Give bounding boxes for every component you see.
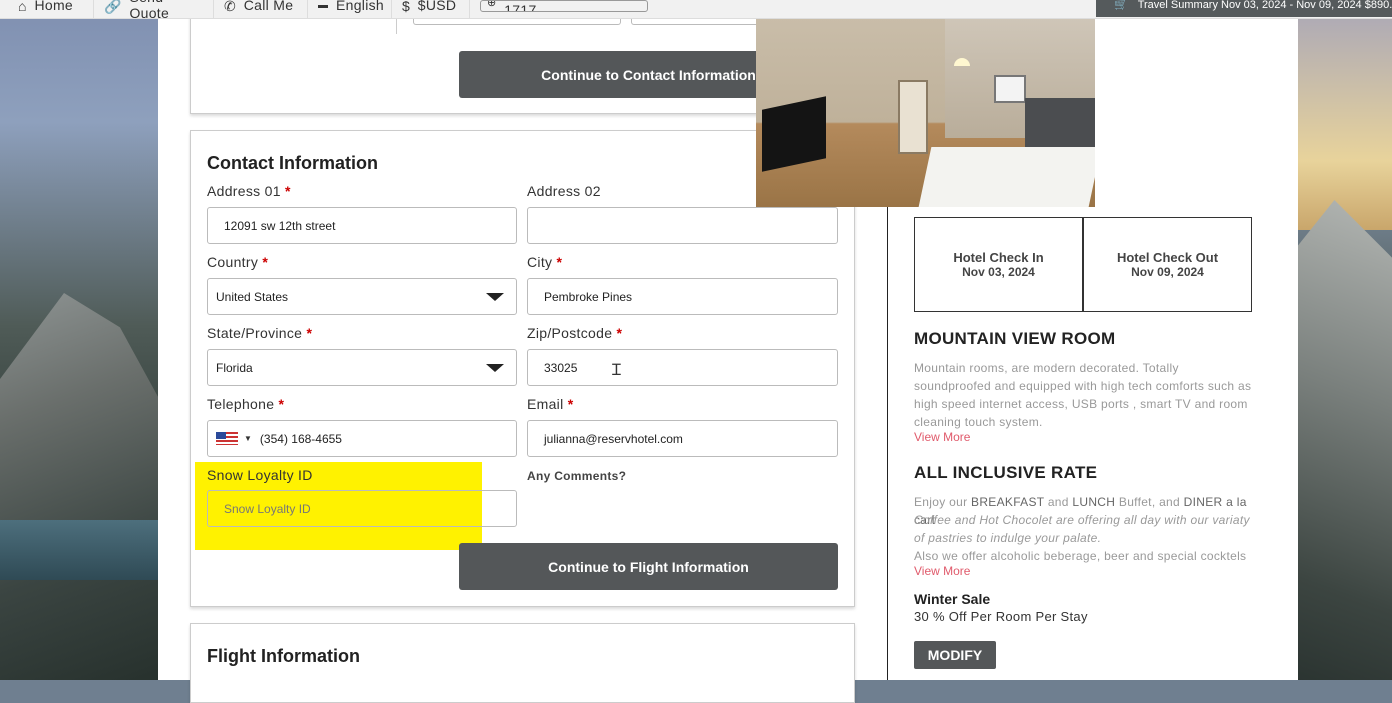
lake-left bbox=[0, 520, 160, 580]
city-label: City * bbox=[527, 254, 563, 270]
promo-description: 30 % Off Per Room Per Stay bbox=[914, 609, 1088, 624]
country-label: Country * bbox=[207, 254, 269, 270]
state-select[interactable]: Florida bbox=[207, 349, 517, 386]
country-value: United States bbox=[216, 289, 289, 304]
rate-title: ALL INCLUSIVE RATE bbox=[914, 463, 1098, 482]
address2-label: Address 02 bbox=[527, 183, 601, 199]
flight-info-title: Flight Information bbox=[207, 646, 360, 666]
loyalty-placeholder: Snow Loyalty ID bbox=[224, 501, 311, 516]
telephone-input[interactable]: ▼ (354) 168-4655 bbox=[207, 420, 517, 457]
chevron-down-icon: ▼ bbox=[244, 434, 252, 443]
cart-icon: 🛒 bbox=[1114, 0, 1128, 11]
us-flag-icon: ▬ bbox=[318, 0, 328, 11]
address1-label: Address 01 * bbox=[207, 183, 291, 199]
home-icon: ⌂ bbox=[18, 0, 27, 14]
nav-home[interactable]: ⌂ Home bbox=[10, 0, 94, 18]
travel-summary-bar[interactable]: 🛒 Travel Summary Nov 03, 2024 - Nov 09, … bbox=[1096, 0, 1392, 17]
bed-shape bbox=[918, 147, 1095, 207]
email-label: Email * bbox=[527, 396, 574, 412]
us-flag-icon bbox=[216, 432, 238, 445]
check-in-date: Nov 03, 2024 bbox=[962, 265, 1035, 279]
zip-value: 33025 bbox=[544, 360, 578, 375]
loyalty-label: Snow Loyalty ID bbox=[207, 467, 313, 483]
headboard-shape bbox=[1025, 98, 1095, 153]
chevron-down-icon bbox=[486, 364, 504, 372]
phone-icon: ✆ bbox=[224, 0, 236, 14]
state-label: State/Province * bbox=[207, 325, 313, 341]
address2-input[interactable] bbox=[527, 207, 838, 244]
room-photo bbox=[756, 18, 1095, 207]
contact-info-title: Contact Information bbox=[207, 153, 378, 173]
zip-input[interactable]: 33025 Ɪ bbox=[527, 349, 838, 386]
rate-view-more-link[interactable]: View More bbox=[914, 564, 970, 578]
city-input[interactable]: Pembroke Pines bbox=[527, 278, 838, 315]
link-icon: 🔗 bbox=[104, 0, 122, 14]
check-out-label: Hotel Check Out bbox=[1116, 250, 1219, 265]
room-description: Mountain rooms, are modern decorated. To… bbox=[914, 361, 1252, 429]
room-title: MOUNTAIN VIEW ROOM bbox=[914, 329, 1116, 348]
top-navigation: ⌂ Home 🔗 Send Quote ✆ Call Me ▬ English … bbox=[0, 0, 1392, 19]
zip-label: Zip/Postcode * bbox=[527, 325, 623, 341]
telephone-value: (354) 168-4655 bbox=[259, 431, 342, 446]
booking-page: Continue to Contact Information Contact … bbox=[158, 0, 1298, 703]
nav-send-quote[interactable]: 🔗 Send Quote bbox=[96, 0, 214, 18]
comments-label: Any Comments? bbox=[527, 469, 627, 483]
nav-call-me[interactable]: ✆ Call Me bbox=[216, 0, 308, 18]
rate-line-3: Also we offer alcoholic beberage, beer a… bbox=[914, 549, 1247, 563]
globe-icon: ⊕ bbox=[487, 0, 497, 9]
chevron-down-icon bbox=[486, 293, 504, 301]
email-input[interactable]: julianna@reservhotel.com bbox=[527, 420, 838, 457]
tv-shape bbox=[762, 96, 826, 172]
check-out-box: Hotel Check Out Nov 09, 2024 bbox=[1083, 217, 1252, 312]
country-select[interactable]: United States bbox=[207, 278, 517, 315]
check-in-label: Hotel Check In bbox=[953, 250, 1044, 265]
sky-right bbox=[1296, 0, 1392, 230]
loyalty-input[interactable]: Snow Loyalty ID bbox=[207, 490, 517, 527]
check-in-box: Hotel Check In Nov 03, 2024 bbox=[914, 217, 1083, 312]
nav-call-us-dropdown[interactable]: ⊕ Call Us 1-305-477-1717 bbox=[480, 0, 648, 12]
nav-language[interactable]: ▬ English bbox=[310, 0, 392, 18]
promo-title: Winter Sale bbox=[914, 591, 991, 607]
nav-currency[interactable]: $ $USD bbox=[394, 0, 470, 18]
room-view-more-link[interactable]: View More bbox=[914, 430, 970, 444]
flight-info-card: Flight Information bbox=[190, 623, 855, 703]
door-shape bbox=[898, 80, 928, 154]
modify-button[interactable]: MODIFY bbox=[914, 641, 996, 669]
check-out-date: Nov 09, 2024 bbox=[1131, 265, 1204, 279]
address1-input[interactable]: 12091 sw 12th street bbox=[207, 207, 517, 244]
text-cursor-icon: Ɪ bbox=[612, 362, 621, 379]
state-value: Florida bbox=[216, 360, 253, 375]
mountain-right bbox=[1296, 200, 1392, 680]
continue-to-flight-button[interactable]: Continue to Flight Information bbox=[459, 543, 838, 590]
dollar-icon: $ bbox=[402, 0, 410, 14]
telephone-label: Telephone * bbox=[207, 396, 285, 412]
rate-line-2: Coffee and Hot Chocolet are offering all… bbox=[914, 513, 1250, 545]
picture-frame bbox=[994, 75, 1026, 103]
